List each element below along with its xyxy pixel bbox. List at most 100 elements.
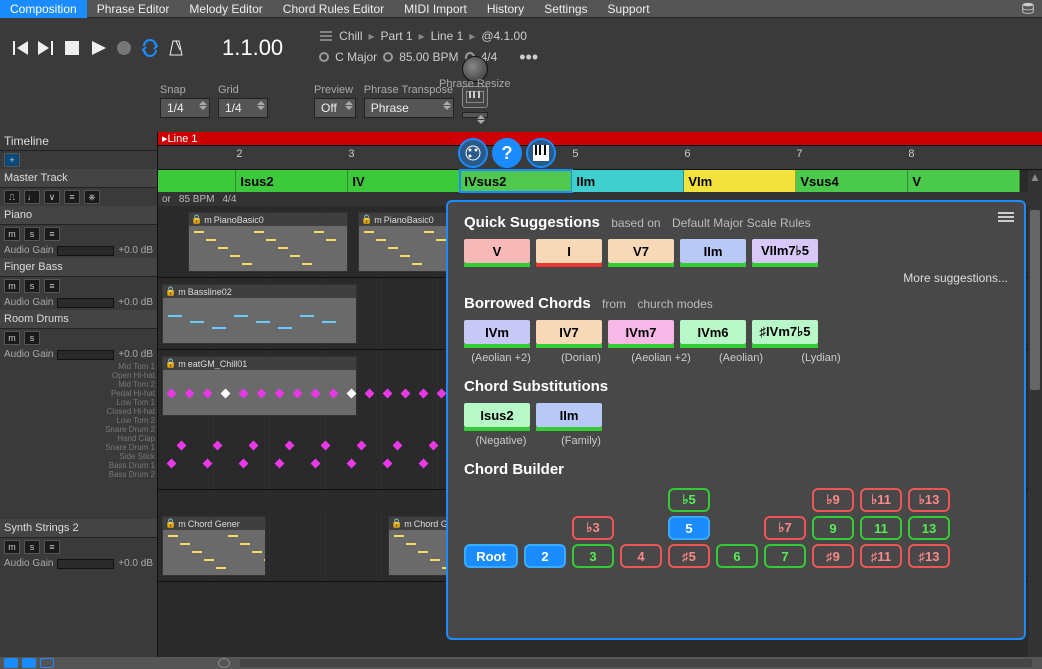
play-button[interactable]	[88, 38, 108, 58]
rewind-start-button[interactable]	[10, 38, 30, 58]
grid-select[interactable]: 1/4	[218, 98, 268, 118]
vertical-scrollbar[interactable]: ▲	[1028, 170, 1042, 657]
cb-flat5[interactable]: ♭5	[668, 488, 710, 512]
track-header[interactable]: Synth Strings 2	[0, 519, 157, 538]
master-tool-2[interactable]: ♩	[24, 190, 40, 204]
piano-help-button[interactable]	[526, 138, 556, 168]
chord-chip[interactable]: IVm	[464, 320, 530, 344]
master-tool-3[interactable]: ∨	[44, 190, 60, 204]
resize-select[interactable]	[462, 112, 488, 118]
track-header[interactable]: Piano	[0, 206, 157, 225]
track-button-m[interactable]: m	[4, 279, 20, 293]
cb-5[interactable]: 5	[668, 516, 710, 540]
chord-chip[interactable]: ♯IVm7♭5	[752, 320, 818, 344]
menu-melody-editor[interactable]: Melody Editor	[179, 0, 272, 18]
chord-segment[interactable]: ?	[158, 170, 236, 192]
track-button-s[interactable]: s	[24, 331, 40, 345]
chord-chip[interactable]: IVm6	[680, 320, 746, 344]
more-dots-button[interactable]: •••	[519, 47, 538, 68]
bottom-btn-2[interactable]	[22, 658, 36, 668]
track-header[interactable]: Finger Bass	[0, 258, 157, 277]
chord-chip[interactable]: VIIm7♭5	[752, 239, 818, 263]
gain-slider[interactable]	[57, 298, 114, 308]
cb-sharp11[interactable]: ♯11	[860, 544, 902, 568]
metronome-button[interactable]	[166, 38, 186, 58]
chord-segment[interactable]: IV	[348, 170, 460, 192]
track-header[interactable]: Room Drums	[0, 310, 157, 329]
menu-composition[interactable]: Composition	[0, 0, 87, 18]
chord-chip[interactable]: I	[536, 239, 602, 263]
master-tool-4[interactable]: ≡	[64, 190, 80, 204]
snap-select[interactable]: 1/4	[160, 98, 210, 118]
chord-chip[interactable]: IV7	[536, 320, 602, 344]
menu-history[interactable]: History	[477, 0, 534, 18]
track-button-m[interactable]: m	[4, 331, 20, 345]
menu-chord-rules-editor[interactable]: Chord Rules Editor	[273, 0, 394, 18]
cb-sharp5[interactable]: ♯5	[668, 544, 710, 568]
record-button[interactable]	[114, 38, 134, 58]
database-icon[interactable]	[1020, 2, 1036, 16]
cb-sharp13[interactable]: ♯13	[908, 544, 950, 568]
chord-segment[interactable]: Isus2	[236, 170, 348, 192]
breadcrumb[interactable]: Chill▸ Part 1▸ Line 1▸ @4.1.00	[319, 29, 538, 43]
clip[interactable]: 🔒m eatGM_Chill01	[162, 356, 357, 416]
transpose-select[interactable]: Phrase	[364, 98, 454, 118]
add-timeline-button[interactable]: +	[4, 153, 20, 167]
track-button-≡[interactable]: ≡	[44, 279, 60, 293]
cb-flat9[interactable]: ♭9	[812, 488, 854, 512]
horizontal-scrollbar[interactable]	[240, 659, 1032, 667]
help-button[interactable]: ?	[492, 138, 522, 168]
chord-chip[interactable]: V7	[608, 239, 674, 263]
menu-midi-import[interactable]: MIDI Import	[394, 0, 477, 18]
cb-flat3[interactable]: ♭3	[572, 516, 614, 540]
loop-button[interactable]	[140, 38, 160, 58]
chord-segment[interactable]: IIm	[572, 170, 684, 192]
track-button-≡[interactable]: ≡	[44, 540, 60, 554]
cb-3[interactable]: 3	[572, 544, 614, 568]
chord-chip[interactable]: IIm	[536, 403, 602, 427]
cb-root[interactable]: Root	[464, 544, 518, 568]
cb-2[interactable]: 2	[524, 544, 566, 568]
chord-chip[interactable]: IVm7	[608, 320, 674, 344]
scroll-up-button[interactable]: ▲	[1028, 170, 1042, 184]
track-button-s[interactable]: s	[24, 227, 40, 241]
cb-4[interactable]: 4	[620, 544, 662, 568]
chord-chip[interactable]: Isus2	[464, 403, 530, 427]
master-tool-5[interactable]: ⎈	[84, 190, 100, 204]
forward-end-button[interactable]	[36, 38, 56, 58]
chord-chip[interactable]: V	[464, 239, 530, 263]
track-button-s[interactable]: s	[24, 279, 40, 293]
track-button-m[interactable]: m	[4, 227, 20, 241]
scroll-thumb[interactable]	[1030, 210, 1040, 390]
cb-flat13[interactable]: ♭13	[908, 488, 950, 512]
cb-9[interactable]: 9	[812, 516, 854, 540]
key-radio[interactable]	[319, 52, 329, 62]
track-button-≡[interactable]: ≡	[44, 227, 60, 241]
chord-segment[interactable]: IVsus2	[460, 170, 572, 192]
bottom-btn-3[interactable]	[40, 658, 54, 668]
chord-segment[interactable]: VIm	[684, 170, 796, 192]
cb-flat7[interactable]: ♭7	[764, 516, 806, 540]
more-suggestions-link[interactable]: More suggestions...	[464, 271, 1008, 285]
preview-select[interactable]: Off	[314, 98, 356, 118]
chord-segment[interactable]: V	[908, 170, 1020, 192]
clip[interactable]: 🔒m Bassline02	[162, 284, 357, 344]
popup-menu-button[interactable]	[998, 212, 1014, 224]
zoom-search-icon[interactable]	[218, 658, 230, 668]
chord-segment[interactable]: Vsus4	[796, 170, 908, 192]
menu-settings[interactable]: Settings	[534, 0, 597, 18]
cb-11[interactable]: 11	[860, 516, 902, 540]
menu-phrase-editor[interactable]: Phrase Editor	[87, 0, 180, 18]
clip[interactable]: 🔒m Chord Gener	[162, 516, 266, 576]
line-strip[interactable]: ▸ Line 1	[158, 132, 1042, 146]
master-tool-1[interactable]: ⎍	[4, 190, 20, 204]
cb-sharp9[interactable]: ♯9	[812, 544, 854, 568]
menu-support[interactable]: Support	[598, 0, 660, 18]
clip[interactable]: 🔒m PianoBasic0	[188, 212, 348, 272]
cb-7[interactable]: 7	[764, 544, 806, 568]
stop-button[interactable]	[62, 38, 82, 58]
palette-help-button[interactable]	[458, 138, 488, 168]
gain-slider[interactable]	[57, 246, 114, 256]
cb-6[interactable]: 6	[716, 544, 758, 568]
chord-strip[interactable]: ?Isus2IVIVsus2IImVImVsus4V	[158, 170, 1042, 192]
